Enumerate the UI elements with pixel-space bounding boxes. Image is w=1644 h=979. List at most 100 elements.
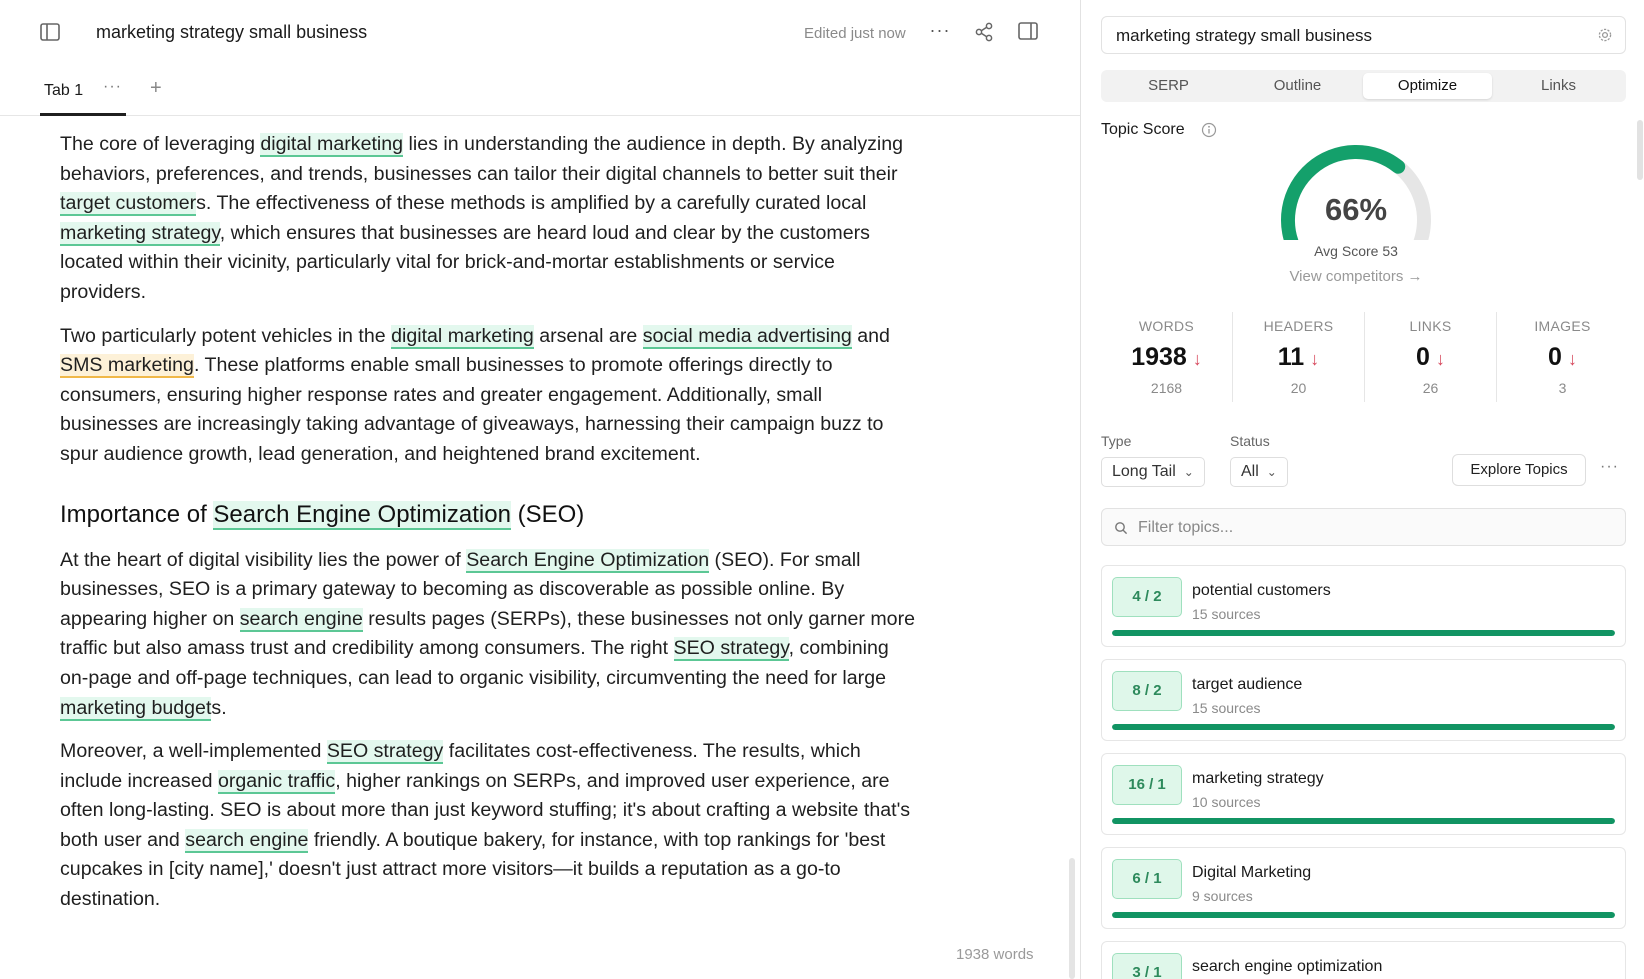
panel-toggle-icon[interactable] [1018,22,1038,40]
stat-target: 20 [1290,380,1307,396]
stat-value: 1938 [1131,343,1187,371]
stat-images: IMAGES 0 ↓ 3 [1497,312,1628,402]
view-competitors-link[interactable]: View competitors → [1251,268,1461,285]
topic-progress [1112,912,1615,918]
editor-scrollbar[interactable] [1069,858,1075,979]
status-dropdown[interactable]: All ⌄ [1230,457,1288,487]
topic-card[interactable]: 3 / 1 search engine optimization [1101,941,1626,979]
gear-icon[interactable] [1597,27,1613,43]
paragraph[interactable]: Moreover, a well-implemented SEO strateg… [60,737,920,915]
topics-more-button[interactable]: ··· [1600,458,1619,476]
topic-name: potential customers [1192,582,1331,599]
stat-links: LINKS 0 ↓ 26 [1365,312,1496,402]
status-value: All [1241,463,1259,480]
keyword-highlight[interactable]: search engine [239,607,363,632]
sidebar-toggle-icon[interactable] [40,23,60,41]
section-heading[interactable]: Importance of Search Engine Optimization… [60,498,920,532]
filter-topics-field [1101,508,1626,546]
keyword-highlight[interactable]: digital marketing [391,324,534,349]
chevron-down-icon: ⌄ [1183,465,1194,479]
editor-topbar: marketing strategy small business Edited… [0,0,1080,66]
stat-target: 26 [1422,380,1439,396]
topic-card[interactable]: 8 / 2 target audience 15 sources [1101,659,1626,741]
edited-status: Edited just now [804,25,906,42]
topic-sources: 15 sources [1192,700,1261,716]
stat-headers: HEADERS 11 ↓ 20 [1233,312,1364,402]
topic-sources: 15 sources [1192,606,1261,622]
tab-1[interactable]: Tab 1 [44,82,83,100]
stat-value: 0 [1548,343,1562,371]
tab-serp[interactable]: SERP [1104,73,1233,99]
topic-score-label: Topic Score [1101,121,1185,138]
arrow-down-icon: ↓ [1192,349,1202,369]
stat-value: 11 [1277,343,1305,371]
topic-progress-fill [1112,724,1615,730]
keyword-highlight[interactable]: SEO strategy [326,740,444,765]
avg-score: Avg Score 53 [1314,243,1398,259]
doc-title[interactable]: marketing strategy small business [96,22,367,43]
share-icon[interactable] [973,21,995,43]
topic-card[interactable]: 16 / 1 marketing strategy 10 sources [1101,753,1626,835]
panel-scrollbar[interactable] [1637,120,1643,180]
filter-topics-input[interactable] [1138,515,1608,541]
stat-value: 0 [1416,343,1430,371]
stat-label: IMAGES [1534,318,1591,334]
keyword-highlight[interactable]: digital marketing [260,133,404,157]
keyword-highlight[interactable]: Search Engine Optimization [466,548,710,573]
type-dropdown[interactable]: Long Tail ⌄ [1101,457,1205,487]
panel-tabs: SERP Outline Optimize Links [1101,70,1626,102]
keyword-highlight[interactable]: target customer [60,192,197,217]
keyword-highlight[interactable]: organic traffic [217,769,336,794]
stat-label: HEADERS [1263,318,1334,334]
type-value: Long Tail [1112,463,1176,480]
paragraph[interactable]: Two particularly potent vehicles in the … [60,322,920,470]
topic-progress [1112,818,1615,824]
stat-label: WORDS [1138,318,1195,334]
add-tab-button[interactable]: + [150,77,162,100]
topic-card[interactable]: 4 / 2 potential customers 15 sources [1101,565,1626,647]
topic-sources: 10 sources [1192,794,1261,810]
tab-links[interactable]: Links [1494,73,1623,99]
topic-score-value: 66% [1324,192,1388,227]
tab-outline[interactable]: Outline [1233,73,1362,99]
keyword-field[interactable]: marketing strategy small business [1101,16,1626,54]
paragraph[interactable]: The core of leveraging digital marketing… [60,130,920,308]
arrow-down-icon: ↓ [1567,349,1577,369]
topic-name: target audience [1192,676,1303,693]
explore-topics-button[interactable]: Explore Topics [1452,454,1586,486]
paragraph[interactable]: At the heart of digital visibility lies … [60,546,920,724]
type-label: Type [1101,433,1132,449]
keyword-highlight[interactable]: marketing budget [60,696,212,721]
topic-sources: 9 sources [1192,888,1253,904]
status-label: Status [1230,433,1270,449]
topic-count-badge: 16 / 1 [1112,765,1182,805]
topic-progress-fill [1112,818,1615,824]
document-content[interactable]: The core of leveraging digital marketing… [60,130,920,929]
search-icon [1115,522,1128,535]
stat-words: WORDS 1938 ↓ 2168 [1101,312,1232,402]
word-count: 1938 words [956,946,1034,963]
topic-count-badge: 8 / 2 [1112,671,1182,711]
topic-name: marketing strategy [1192,770,1324,787]
tab-bar: Tab 1 ··· + [0,66,1080,116]
stat-target: 2168 [1150,380,1183,396]
tab-optimize[interactable]: Optimize [1363,73,1492,99]
keyword-highlight[interactable]: Search Engine Optimization [213,500,511,530]
keyword-highlight[interactable]: social media advertising [642,324,852,349]
stat-label: LINKS [1409,318,1452,334]
topic-name: search engine optimization [1192,958,1383,975]
info-icon[interactable] [1201,122,1217,138]
tab-options-button[interactable]: ··· [103,78,122,96]
topic-card[interactable]: 6 / 1 Digital Marketing 9 sources [1101,847,1626,929]
keyword-highlight[interactable]: SEO strategy [673,637,789,662]
more-options-button[interactable]: ··· [928,20,952,44]
keyword-highlight[interactable]: SMS marketing [60,354,194,379]
chevron-down-icon: ⌄ [1266,465,1277,479]
keyword-highlight[interactable]: marketing strategy [60,221,220,246]
arrow-down-icon: ↓ [1310,349,1320,369]
topic-count-badge: 6 / 1 [1112,859,1182,899]
topic-progress [1112,630,1615,636]
keyword-highlight[interactable]: search engine [185,828,309,853]
topic-count-badge: 3 / 1 [1112,953,1182,979]
stat-target: 3 [1558,380,1567,396]
